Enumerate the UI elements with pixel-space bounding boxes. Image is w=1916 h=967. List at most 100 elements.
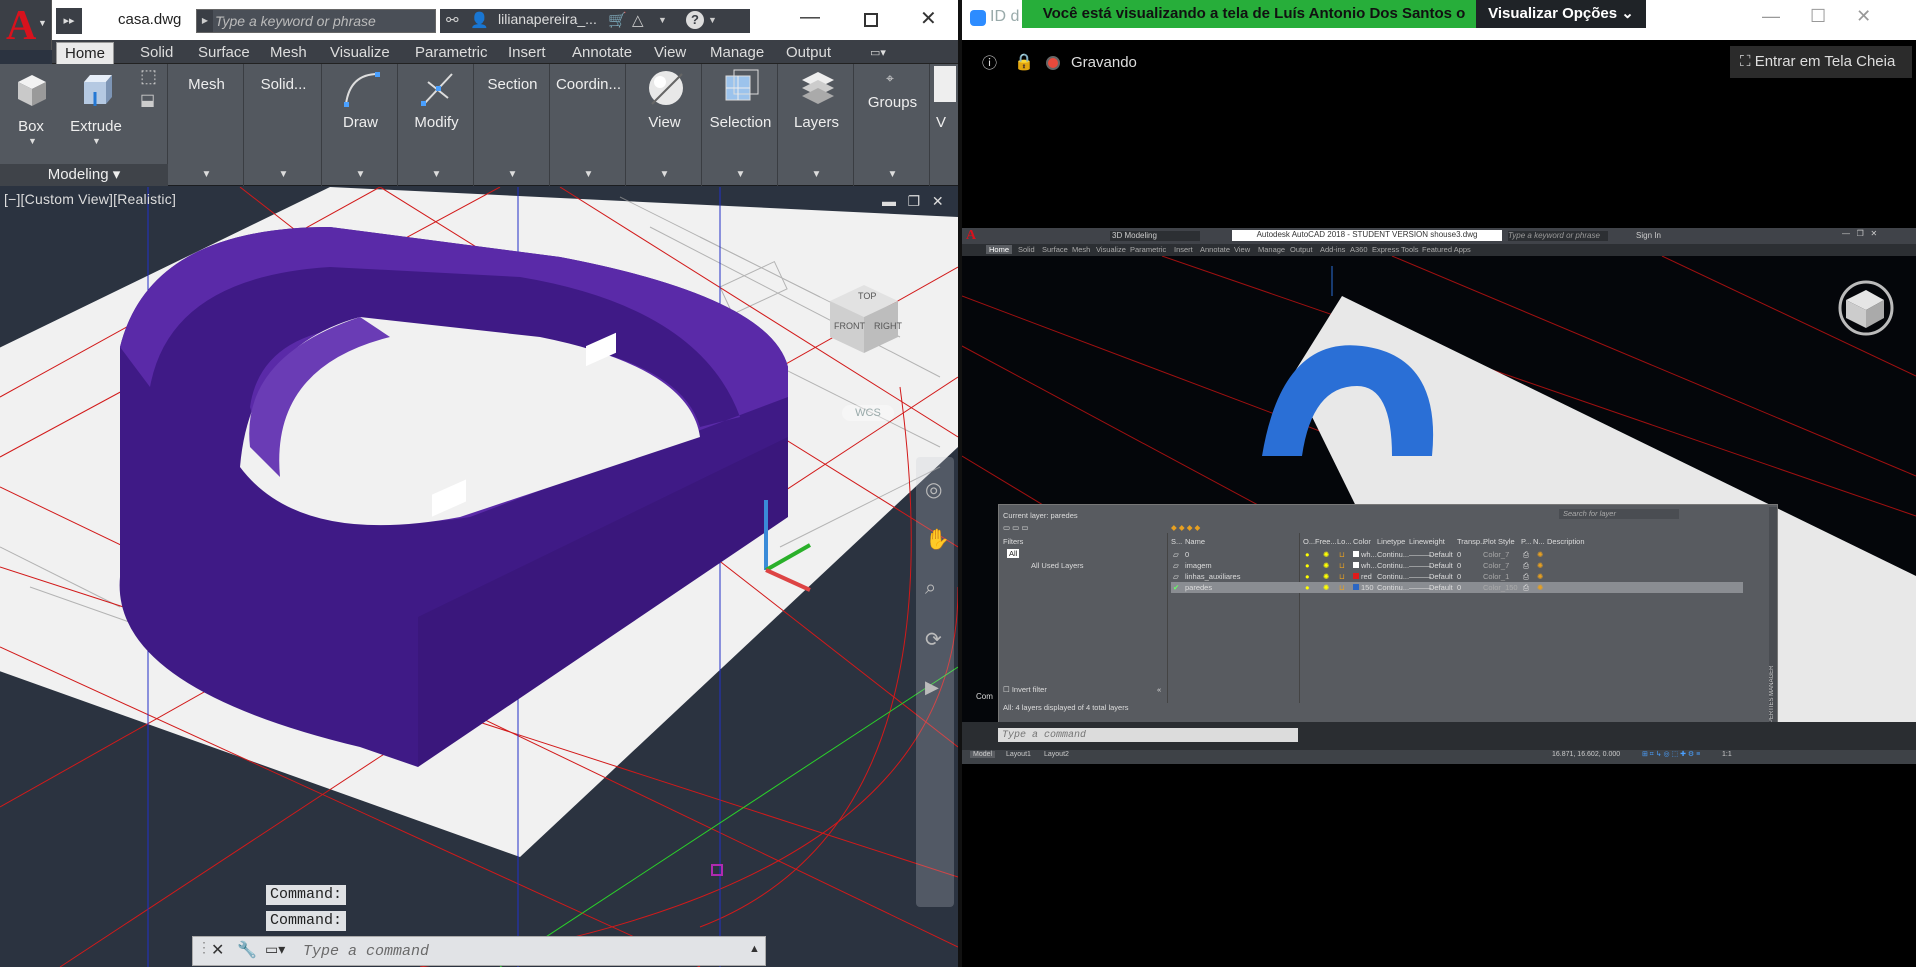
drawing-viewport[interactable]: [−][Custom View][Realistic] ▬ ❐ ✕ TOP FR… bbox=[0, 187, 958, 967]
filter-toolbar-icons[interactable]: ▭ ▭ ▭ bbox=[1003, 523, 1028, 532]
ribbon-options-icon[interactable]: ▭▾ bbox=[862, 42, 894, 64]
sun-icon[interactable]: ✺ bbox=[1323, 572, 1329, 581]
application-menu-button[interactable]: A ▼ bbox=[0, 0, 52, 50]
viewcube[interactable]: TOP FRONT RIGHT bbox=[820, 277, 940, 377]
tab-mesh[interactable]: Mesh bbox=[262, 42, 315, 64]
remote-workspace-select[interactable]: 3D Modeling bbox=[1110, 231, 1200, 241]
panel-draw[interactable]: Draw ▼ bbox=[324, 64, 398, 186]
search-box[interactable]: ▶ bbox=[196, 9, 436, 33]
remote-tab[interactable]: A360 bbox=[1350, 245, 1368, 254]
close-icon[interactable]: ✕ bbox=[920, 6, 937, 31]
remote-tab[interactable]: Solid bbox=[1018, 245, 1035, 254]
remote-tab[interactable]: View bbox=[1234, 245, 1250, 254]
remote-tab[interactable]: Output bbox=[1290, 245, 1313, 254]
panel-solid[interactable]: Solid... ▼ bbox=[246, 64, 322, 186]
layer-transparency[interactable]: 0 bbox=[1457, 572, 1461, 581]
minimize-icon[interactable]: — bbox=[1762, 6, 1780, 26]
tab-parametric[interactable]: Parametric bbox=[407, 42, 496, 64]
tab-insert[interactable]: Insert bbox=[500, 42, 554, 64]
command-prompt-icon[interactable]: ▭▾ bbox=[265, 941, 285, 958]
remote-search[interactable]: Type a keyword or phrase bbox=[1508, 231, 1608, 241]
binoculars-icon[interactable]: ⚯ bbox=[446, 11, 459, 29]
col-name[interactable]: Name bbox=[1185, 537, 1205, 546]
filter-all[interactable]: All bbox=[1007, 549, 1020, 558]
col-linetype[interactable]: Linetype bbox=[1377, 537, 1405, 546]
remote-tab-model[interactable]: Model bbox=[970, 751, 996, 758]
panel-view-truncated[interactable]: V bbox=[932, 64, 958, 186]
col-freeze[interactable]: Free... bbox=[1315, 537, 1337, 546]
printer-icon[interactable]: ⎙ bbox=[1523, 583, 1529, 593]
sun-icon[interactable]: ✺ bbox=[1323, 550, 1329, 559]
help-icon[interactable]: ? bbox=[686, 11, 704, 29]
color-swatch[interactable] bbox=[1353, 573, 1359, 579]
close-icon[interactable]: ✕ bbox=[211, 940, 224, 960]
remote-tab[interactable]: Mesh bbox=[1072, 245, 1090, 254]
tab-surface[interactable]: Surface bbox=[190, 42, 258, 64]
extrude-dropdown-icon[interactable]: ▼ bbox=[92, 136, 101, 146]
freeze-vp-icon[interactable]: ✺ bbox=[1537, 572, 1543, 581]
search-expand-icon[interactable]: ▶ bbox=[197, 10, 213, 32]
orbit-icon[interactable]: ⟳ bbox=[925, 627, 942, 652]
remote-tab[interactable]: Home bbox=[986, 245, 1013, 254]
view-options-button[interactable]: Visualizar Opções ⌄ bbox=[1476, 0, 1646, 28]
command-input[interactable] bbox=[303, 941, 743, 961]
command-grip-icon[interactable]: ⋮ bbox=[197, 939, 211, 956]
col-color[interactable]: Color bbox=[1353, 537, 1371, 546]
layer-lineweight[interactable]: Default bbox=[1429, 583, 1453, 592]
pan-icon[interactable]: ✋ bbox=[925, 527, 950, 552]
freeze-vp-icon[interactable]: ✺ bbox=[1537, 561, 1543, 570]
layer-search-input[interactable]: Search for layer bbox=[1559, 509, 1679, 519]
lock-icon[interactable]: ⊔ bbox=[1339, 572, 1345, 581]
color-swatch[interactable] bbox=[1353, 551, 1359, 557]
smooth-object-icon[interactable]: ⬓ bbox=[140, 90, 155, 110]
col-description[interactable]: Description bbox=[1547, 537, 1585, 546]
box-button[interactable] bbox=[14, 72, 46, 106]
color-swatch[interactable] bbox=[1353, 562, 1359, 568]
zoom-icon[interactable]: ⌕ bbox=[925, 577, 936, 600]
layer-lineweight[interactable]: Default bbox=[1429, 561, 1453, 570]
box-label[interactable]: Box bbox=[0, 118, 62, 135]
lock-icon[interactable]: ⊔ bbox=[1339, 583, 1345, 592]
remote-tab[interactable]: Annotate bbox=[1200, 245, 1230, 254]
tab-visualize[interactable]: Visualize bbox=[322, 42, 398, 64]
filter-used-layers[interactable]: All Used Layers bbox=[1031, 561, 1084, 570]
col-lock[interactable]: Lo... bbox=[1337, 537, 1352, 546]
printer-icon[interactable]: ⎙ bbox=[1523, 550, 1529, 560]
layer-lineweight[interactable]: Default bbox=[1429, 550, 1453, 559]
layer-linetype[interactable]: Continu... bbox=[1377, 561, 1409, 570]
quick-access-more-button[interactable]: ▸▸ bbox=[56, 8, 82, 34]
remote-tab[interactable]: Visualize bbox=[1096, 245, 1126, 254]
sun-icon[interactable]: ✺ bbox=[1323, 583, 1329, 592]
layer-linetype[interactable]: Continu... bbox=[1377, 583, 1409, 592]
tab-manage[interactable]: Manage bbox=[702, 42, 772, 64]
tab-home[interactable]: Home bbox=[56, 42, 115, 64]
layer-transparency[interactable]: 0 bbox=[1457, 550, 1461, 559]
maximize-icon[interactable]: ☐ bbox=[1810, 6, 1826, 26]
info-icon[interactable]: ⓘ bbox=[982, 52, 997, 73]
layer-toolbar-icons[interactable]: ◆ ◆ ◆ ◆ bbox=[1171, 523, 1200, 532]
remote-tab-layout2[interactable]: Layout2 bbox=[1044, 751, 1069, 758]
col-plot[interactable]: P... bbox=[1521, 537, 1531, 546]
layer-transparency[interactable]: 0 bbox=[1457, 561, 1461, 570]
panel-section[interactable]: Section ▼ bbox=[476, 64, 550, 186]
remote-tab[interactable]: Insert bbox=[1174, 245, 1193, 254]
lock-icon[interactable]: 🔒 bbox=[1014, 52, 1034, 72]
panel-view[interactable]: View ▼ bbox=[628, 64, 702, 186]
color-swatch[interactable] bbox=[1353, 584, 1359, 590]
layer-properties-manager[interactable]: Current layer: paredes Search for layer … bbox=[998, 504, 1778, 722]
layer-row-selected[interactable]: ✔ paredes ● ✺ ⊔ 150 Continu... ——— Defau… bbox=[1171, 582, 1743, 593]
panel-layers[interactable]: Layers ▼ bbox=[780, 64, 854, 186]
maximize-icon[interactable] bbox=[864, 13, 878, 27]
layer-linetype[interactable]: Continu... bbox=[1377, 550, 1409, 559]
extrude-label[interactable]: Extrude bbox=[62, 118, 130, 135]
a360-icon[interactable]: △ bbox=[632, 11, 644, 29]
layer-row[interactable]: ▱ 0 ● ✺ ⊔ wh... Continu... ——— Default 0… bbox=[1171, 549, 1743, 560]
remote-command-input[interactable] bbox=[998, 728, 1298, 742]
panel-coordinates[interactable]: Coordin... ▼ bbox=[552, 64, 626, 186]
col-on[interactable]: O... bbox=[1303, 537, 1315, 546]
user-name[interactable]: lilianapereira_... bbox=[498, 11, 597, 27]
col-transparency[interactable]: Transp... bbox=[1457, 537, 1486, 546]
panel-modify[interactable]: Modify ▼ bbox=[400, 64, 474, 186]
tab-annotate[interactable]: Annotate bbox=[564, 42, 640, 64]
viewport-minimize-icon[interactable]: ▬ bbox=[882, 193, 896, 209]
